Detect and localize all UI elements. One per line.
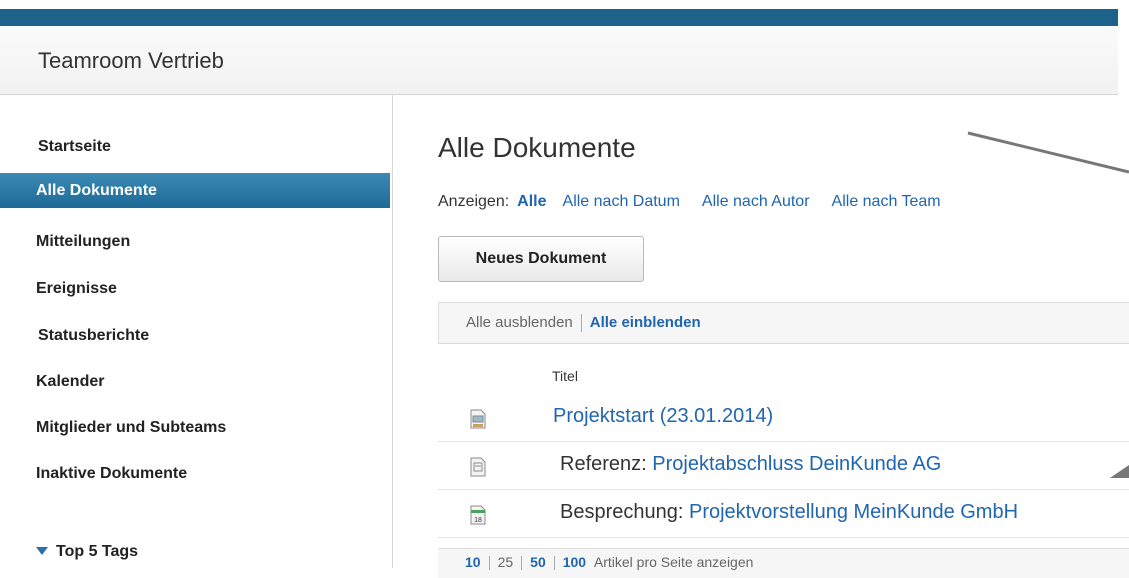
document-type-prefix: Besprechung:: [560, 501, 684, 523]
presentation-icon: [470, 409, 486, 429]
document-row: 18 Besprechung: Projektvorstellung MeinK…: [438, 491, 1129, 538]
main-content: Alle Dokumente Anzeigen: Alle Alle nach Da…: [393, 95, 1129, 578]
app-header: Teamroom Vertrieb: [0, 26, 1118, 95]
sidebar: Startseite Alle Dokumente Mitteilungen E…: [0, 95, 393, 568]
filter-alle[interactable]: Alle: [517, 193, 546, 210]
column-header-title[interactable]: Titel: [552, 368, 578, 384]
page-size-bar: 10 25 50 100 Artikel pro Seite anzeigen: [438, 548, 1129, 578]
sidebar-item-startseite[interactable]: Startseite: [0, 129, 390, 164]
sidebar-item-statusberichte[interactable]: Statusberichte: [0, 318, 390, 353]
sidebar-item-alle-dokumente[interactable]: Alle Dokumente: [0, 173, 390, 208]
top-blue-bar: [0, 9, 1118, 26]
pager-divider: [488, 556, 490, 571]
pager-divider: [521, 556, 523, 571]
sidebar-item-inaktive-dokumente[interactable]: Inaktive Dokumente: [0, 456, 390, 491]
expand-all-link[interactable]: Alle einblenden: [590, 314, 701, 331]
document-title-link[interactable]: Projektabschluss DeinKunde AG: [652, 453, 941, 475]
new-document-button[interactable]: Neues Dokument: [438, 236, 644, 282]
document-type-prefix: Referenz:: [560, 453, 647, 475]
document-row: Projektstart (23.01.2014): [438, 395, 1129, 442]
filter-prefix: Anzeigen:: [438, 193, 510, 210]
filter-nach-datum[interactable]: Alle nach Datum: [563, 193, 680, 210]
document-title-link[interactable]: Projektvorstellung MeinKunde GmbH: [689, 501, 1018, 523]
document-icon: [470, 457, 486, 477]
document-row: Referenz: Projektabschluss DeinKunde AG: [438, 443, 1129, 490]
calendar-icon: 18: [470, 505, 486, 525]
top-tags-toggle[interactable]: Top 5 Tags: [36, 543, 138, 561]
view-filter-bar: Anzeigen: Alle Alle nach Datum Alle nach Au…: [438, 193, 941, 211]
page-title: Alle Dokumente: [438, 132, 636, 163]
sidebar-item-kalender[interactable]: Kalender: [0, 364, 390, 399]
top-strip: [0, 0, 1129, 26]
calendar-icon-day: 18: [474, 517, 482, 524]
document-title-text: Besprechung: Projektvorstellung MeinKund…: [560, 501, 1018, 524]
document-title-link[interactable]: Projektstart (23.01.2014): [553, 405, 773, 427]
caret-down-icon: [36, 546, 48, 555]
filter-nach-team[interactable]: Alle nach Team: [832, 193, 941, 210]
pager-divider: [553, 556, 555, 571]
top-tags-label: Top 5 Tags: [56, 543, 139, 560]
expand-collapse-toolbar: Alle ausblenden Alle einblenden: [438, 302, 1129, 344]
sidebar-item-mitteilungen[interactable]: Mitteilungen: [0, 224, 390, 259]
collapse-all-link[interactable]: Alle ausblenden: [466, 314, 573, 331]
document-title-text: Projektstart (23.01.2014): [553, 405, 773, 428]
sidebar-item-mitglieder[interactable]: Mitglieder und Subteams: [0, 410, 390, 445]
filter-nach-autor[interactable]: Alle nach Autor: [702, 193, 810, 210]
app-title[interactable]: Teamroom Vertrieb: [38, 48, 224, 74]
sidebar-item-ereignisse[interactable]: Ereignisse: [0, 271, 390, 306]
document-title-text: Referenz: Projektabschluss DeinKunde AG: [560, 453, 941, 476]
toolbar-divider: [580, 314, 582, 333]
